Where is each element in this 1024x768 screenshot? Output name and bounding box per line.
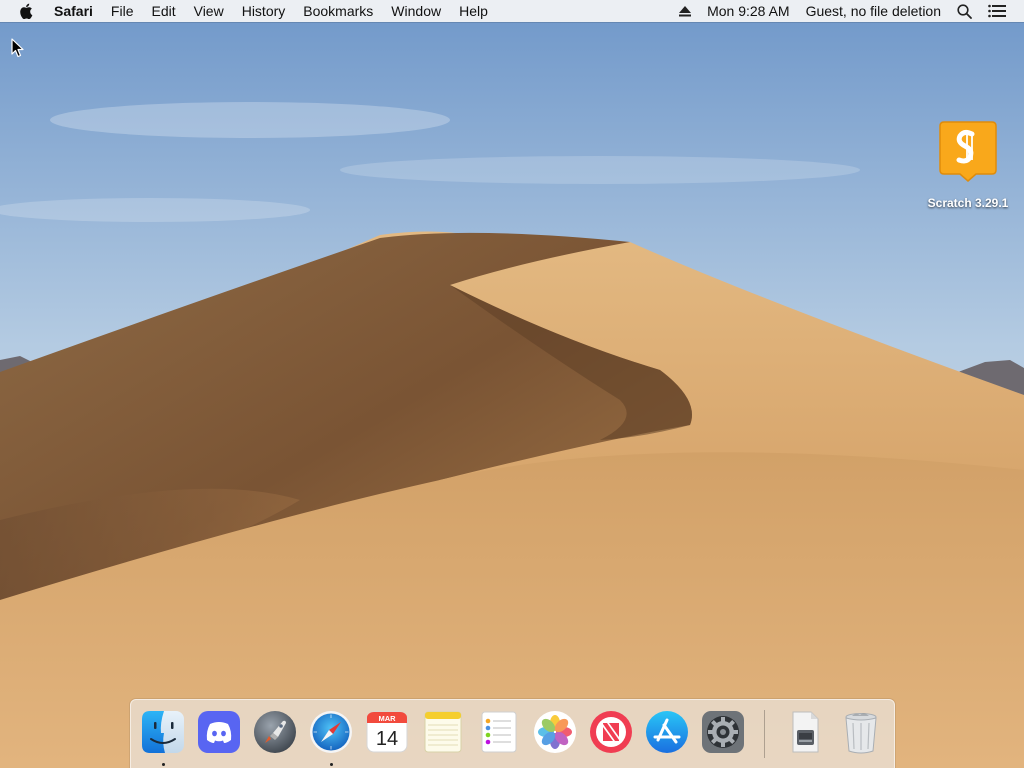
menu-edit[interactable]: Edit — [142, 0, 184, 22]
safari-icon — [310, 711, 352, 753]
notification-center-icon[interactable] — [980, 0, 1014, 22]
dock-item-app-store[interactable] — [644, 709, 690, 755]
dock-item-discord[interactable] — [196, 709, 242, 755]
running-indicator — [162, 763, 165, 766]
running-indicator — [330, 763, 333, 766]
dock-item-calendar[interactable]: MAR 14 — [364, 709, 410, 755]
spotlight-search-icon[interactable] — [949, 0, 980, 22]
calendar-icon: MAR 14 — [366, 711, 408, 753]
dock-item-notes[interactable] — [420, 709, 466, 755]
menu-bar: Safari File Edit View History Bookmarks … — [0, 0, 1024, 22]
scratch-app-icon — [939, 121, 997, 182]
dock-separator — [764, 710, 765, 758]
dock-item-finder[interactable] — [140, 709, 186, 755]
dock-item-news[interactable] — [588, 709, 634, 755]
dock-item-photos[interactable] — [532, 709, 578, 755]
dock-item-safari[interactable] — [308, 709, 354, 755]
news-icon — [590, 711, 632, 753]
menu-file[interactable]: File — [102, 0, 143, 22]
launchpad-icon — [254, 711, 296, 753]
notes-icon — [424, 711, 462, 753]
menu-help[interactable]: Help — [450, 0, 497, 22]
downloads-stack-icon — [792, 711, 819, 753]
dock-item-trash[interactable] — [838, 709, 884, 755]
calendar-day: 14 — [376, 728, 398, 750]
dock-item-reminders[interactable] — [476, 709, 522, 755]
discord-icon — [198, 711, 240, 753]
status-area: Mon 9:28 AM Guest, no file deletion — [671, 0, 1024, 22]
eject-icon[interactable] — [671, 0, 699, 22]
desktop-icon-label: Scratch 3.29.1 — [927, 196, 1009, 210]
system-preferences-icon — [702, 711, 744, 753]
photos-icon — [534, 711, 576, 753]
menu-bookmarks[interactable]: Bookmarks — [294, 0, 382, 22]
menu-window[interactable]: Window — [382, 0, 450, 22]
desktop: Safari File Edit View History Bookmarks … — [0, 0, 1024, 768]
menu-app-name[interactable]: Safari — [44, 0, 102, 22]
calendar-month: MAR — [378, 714, 396, 723]
dock-item-downloads[interactable] — [782, 709, 828, 755]
menu-user[interactable]: Guest, no file deletion — [798, 0, 949, 22]
dock-item-system-preferences[interactable] — [700, 709, 746, 755]
reminders-icon — [481, 711, 517, 753]
dock: MAR 14 — [130, 699, 895, 768]
trash-icon — [845, 713, 877, 754]
wallpaper — [0, 0, 1024, 768]
dock-item-launchpad[interactable] — [252, 709, 298, 755]
menu-clock[interactable]: Mon 9:28 AM — [699, 0, 798, 22]
desktop-icon-scratch[interactable]: Scratch 3.29.1 — [922, 120, 1014, 210]
apple-menu-icon[interactable] — [8, 0, 44, 22]
menu-view[interactable]: View — [185, 0, 233, 22]
app-store-icon — [646, 711, 688, 753]
finder-icon — [142, 711, 184, 753]
menu-history[interactable]: History — [233, 0, 295, 22]
mouse-cursor-icon — [11, 38, 24, 58]
